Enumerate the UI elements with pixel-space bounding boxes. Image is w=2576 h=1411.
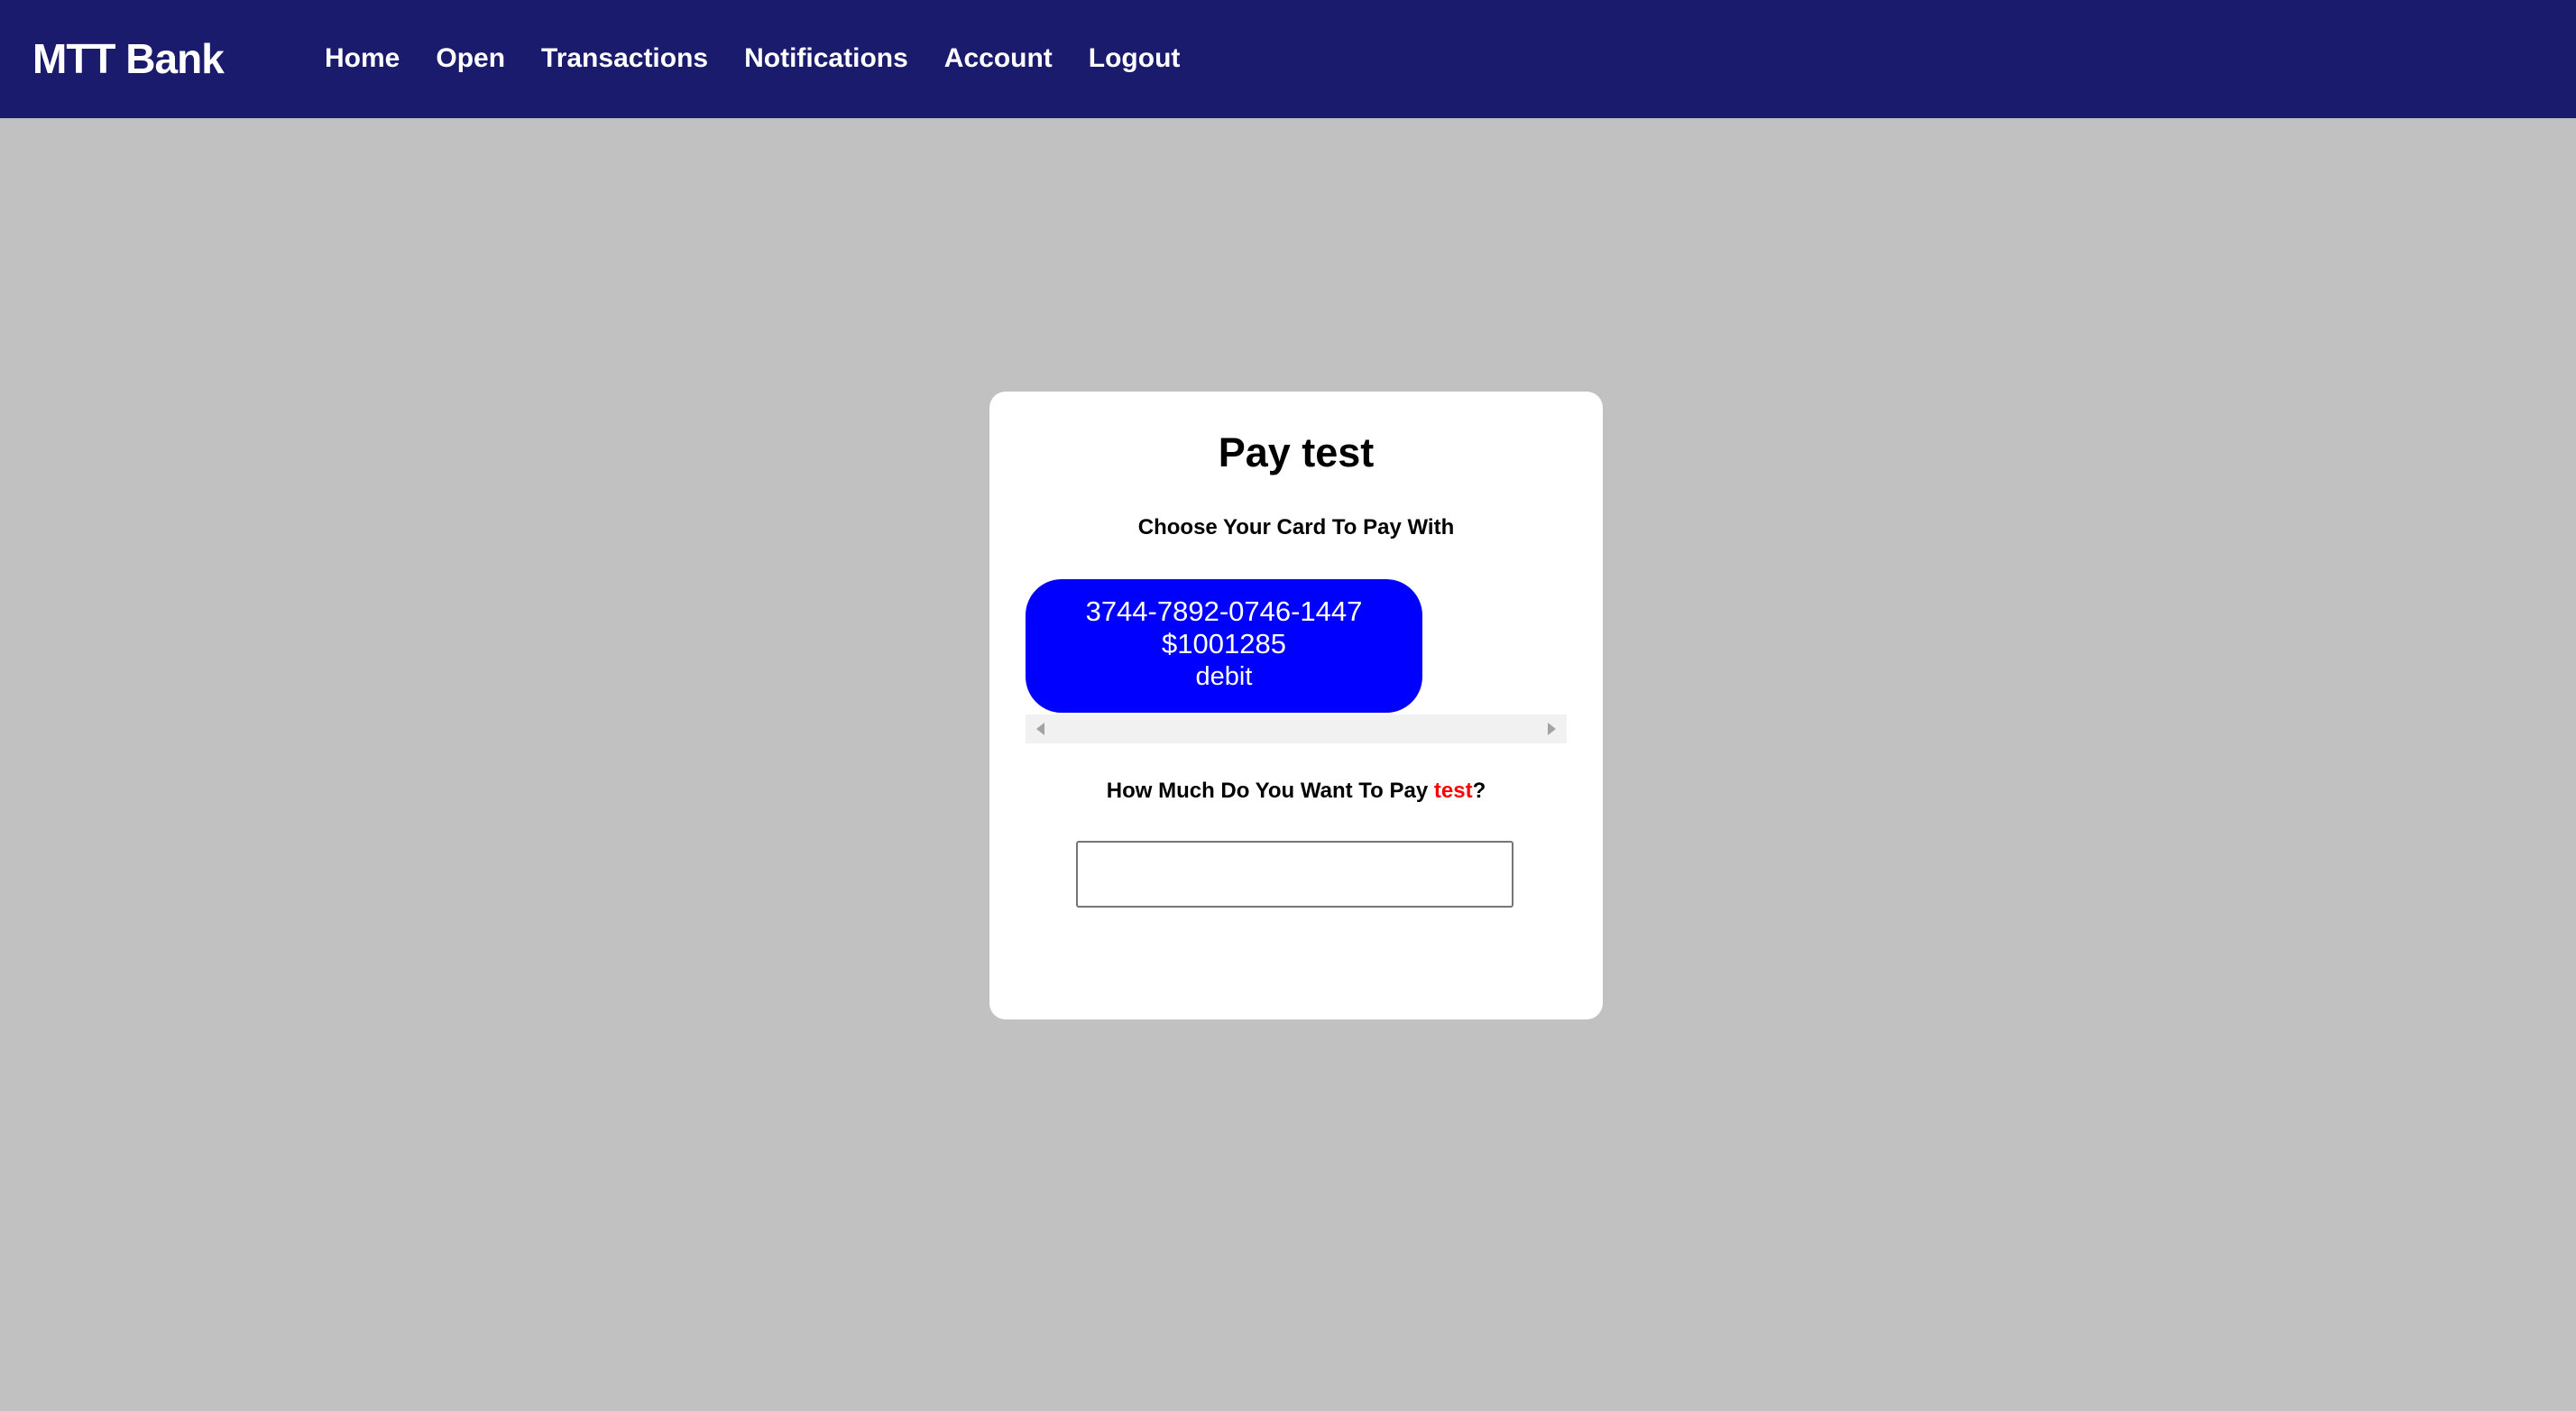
card-scroller: 3744-7892-0746-1447 $1001285 debit (1026, 576, 1567, 743)
amount-question: How Much Do You Want To Pay test? (989, 776, 1603, 807)
question-suffix: ? (1472, 779, 1486, 803)
scroll-left-arrow-icon[interactable] (1036, 723, 1044, 735)
top-navbar: MTT Bank Home Open Transactions Notifica… (0, 0, 2576, 118)
payment-panel: Pay test Choose Your Card To Pay With 37… (989, 392, 1603, 1019)
card-number: 3744-7892-0746-1447 (1085, 595, 1363, 627)
card-type: debit (1195, 662, 1253, 691)
nav-transactions-link[interactable]: Transactions (541, 39, 708, 78)
payment-card-option[interactable]: 3744-7892-0746-1447 $1001285 debit (1026, 579, 1422, 713)
nav-account-link[interactable]: Account (944, 39, 1053, 78)
nav-notifications-link[interactable]: Notifications (744, 39, 908, 78)
payee-name: test (1433, 779, 1473, 803)
main-nav: Home Open Transactions Notifications Acc… (325, 39, 1180, 78)
nav-open-link[interactable]: Open (436, 39, 505, 78)
nav-home-link[interactable]: Home (325, 39, 400, 78)
nav-logout-link[interactable]: Logout (1089, 39, 1181, 78)
scroll-right-arrow-icon[interactable] (1548, 723, 1556, 735)
horizontal-scrollbar[interactable] (1026, 715, 1567, 743)
brand-logo[interactable]: MTT Bank (32, 32, 225, 85)
question-prefix: How Much Do You Want To Pay (1106, 779, 1434, 803)
page-title: Pay test (1218, 429, 1375, 475)
card-balance: $1001285 (1162, 628, 1286, 659)
amount-input[interactable] (1076, 841, 1513, 908)
choose-card-label: Choose Your Card To Pay With (1137, 515, 1455, 540)
